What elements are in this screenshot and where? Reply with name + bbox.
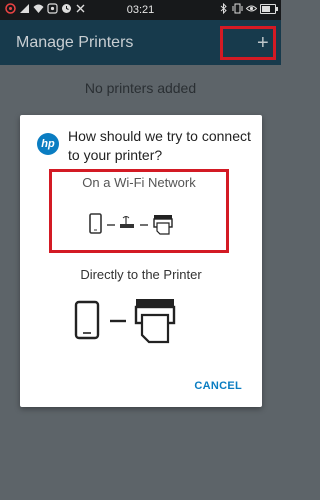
page-title: Manage Printers <box>16 34 134 51</box>
status-icons-right <box>218 3 278 14</box>
empty-state-message: No printers added <box>84 80 197 96</box>
wifi-option-label: On a Wi-Fi Network <box>82 175 196 190</box>
dialog-title: How should we try to connect to your pri… <box>68 128 251 163</box>
wifi-connection-graphic-icon <box>89 213 173 235</box>
eye-icon <box>246 3 257 14</box>
cancel-button[interactable]: CANCEL <box>194 380 242 392</box>
status-bar: 03:21 <box>0 0 281 20</box>
plus-icon: + <box>257 32 269 54</box>
direct-option-label[interactable]: Directly to the Printer <box>20 267 262 282</box>
add-printer-button[interactable]: + <box>220 26 276 60</box>
connection-dialog: hp How should we try to connect to your … <box>20 115 262 407</box>
direct-connection-graphic-icon[interactable] <box>70 298 215 348</box>
battery-icon <box>260 3 278 14</box>
hp-logo-icon: hp <box>37 133 59 155</box>
vibrate-icon <box>232 3 243 14</box>
bluetooth-icon <box>218 3 229 14</box>
wifi-network-option[interactable]: On a Wi-Fi Network <box>49 169 229 253</box>
